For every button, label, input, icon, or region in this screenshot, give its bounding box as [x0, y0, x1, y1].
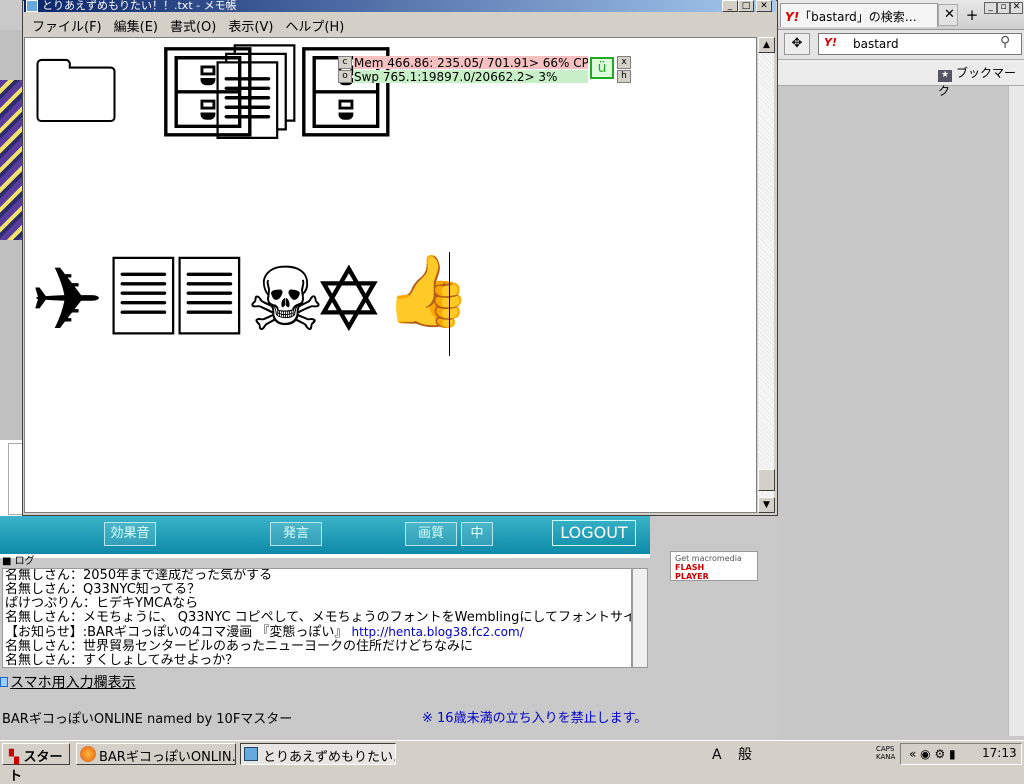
page-icon: 🗏 — [174, 248, 245, 351]
window-minimize-button[interactable]: _ — [984, 2, 997, 14]
monitor-close-button[interactable]: x — [617, 56, 631, 69]
scroll-thumb[interactable] — [758, 469, 775, 491]
browser-scrollbar[interactable] — [1008, 86, 1024, 736]
documents-icon: 🗐 — [212, 44, 300, 147]
tab-title: 「bastard」の検索… — [799, 10, 917, 24]
notepad-menubar: ファイル(F) 編集(E) 書式(O) 表示(V) ヘルプ(H) — [24, 13, 774, 35]
smiley-face-icon: ü — [590, 57, 614, 79]
taskbar-item-browser[interactable]: BARギコっぽいONLIN… — [76, 743, 236, 765]
log-line: ぱけつぷりん：ヒデキYMCAなら — [5, 596, 199, 611]
bookmark-bar: ★ ブックマーク — [778, 60, 1024, 98]
search-value: bastard — [853, 37, 899, 51]
menu-view[interactable]: 表示(V) — [226, 13, 283, 35]
windows-logo-icon: ▚ — [9, 750, 19, 765]
menu-edit[interactable]: 編集(E) — [112, 13, 168, 35]
notice-text: 【お知らせ】:BARギコっぽいの4コマ漫画 『変態っぽい』 — [5, 625, 352, 640]
notepad-maximize-button[interactable]: □ — [738, 0, 754, 12]
scroll-up-button[interactable]: ▲ — [758, 37, 775, 53]
log-label: ■ ログ — [2, 556, 35, 567]
monitor-o-button[interactable]: o — [338, 70, 352, 83]
folder-icon: 🗀 — [32, 40, 121, 143]
airplane-icon: ✈ — [30, 248, 104, 351]
speak-button[interactable]: 発言 — [270, 522, 322, 546]
logout-button[interactable]: LOGOUT — [552, 520, 636, 546]
monitor-c-button[interactable]: c — [338, 56, 352, 69]
scroll-down-button[interactable]: ▼ — [758, 497, 775, 513]
log-line: 名無しさん：すくしょしてみせよっか？ — [5, 653, 239, 668]
smartphone-input-link-label: スマホ用入力欄表示 — [10, 675, 136, 691]
caps-kana-indicator: CAPS KANA — [876, 745, 896, 761]
notepad-title: とりあえずめもりたい！！.txt - メモ帳 — [42, 0, 237, 12]
menu-file[interactable]: ファイル(F) — [30, 13, 112, 35]
taskbar-item-label: とりあえずめもりたい… — [263, 750, 396, 765]
monitor-hide-button[interactable]: h — [617, 70, 631, 83]
window-close-button[interactable]: ✕ — [1010, 2, 1023, 14]
footer-credit: BARギコっぽいONLINE named by 10Fマスター — [2, 712, 293, 727]
taskbar-item-label: BARギコっぽいONLIN… — [99, 750, 236, 765]
yahoo-logo-icon: Y! — [785, 10, 800, 24]
clock: 17:13 — [982, 746, 1017, 760]
search-input[interactable]: bastard — [818, 33, 1022, 55]
log-line: 【お知らせ】:BARギコっぽいの4コマ漫画 『変態っぽい』 http://hen… — [5, 625, 629, 640]
star-of-david-icon: ✡ — [312, 248, 386, 351]
close-icon: ✕ — [944, 7, 955, 22]
firefox-icon — [80, 746, 96, 762]
menu-help[interactable]: ヘルプ(H) — [283, 13, 354, 35]
log-line: 名無しさん：世界貿易センタービルのあったニューヨークの住所だけどちなみに — [5, 639, 474, 654]
notepad-taskbar-icon — [244, 747, 258, 761]
star-icon: ★ — [938, 70, 952, 82]
notepad-scrollbar[interactable]: ▲ ▼ — [757, 37, 775, 513]
notepad-titlebar[interactable]: とりあえずめもりたい！！.txt - メモ帳 — [24, 0, 776, 12]
flash-player-badge[interactable]: Get macromedia FLASH PLAYER — [670, 551, 758, 581]
phone-icon — [0, 677, 8, 687]
flash-badge-subtitle: PLAYER — [675, 572, 709, 581]
window-restore-button[interactable]: ▫ — [997, 2, 1010, 14]
browser-content-area — [778, 0, 1024, 740]
game-isometric-view — [0, 80, 22, 240]
magnifier-icon[interactable]: ⚲ — [1000, 34, 1010, 50]
flash-badge-title: FLASH — [675, 563, 705, 572]
log-line: 名無しさん：2050年まで達成だった気がする — [5, 568, 273, 583]
page-icon: 🗏 — [108, 248, 179, 351]
tab-search[interactable]: Y!「bastard」の検索… — [780, 3, 938, 27]
memory-readout: Mem 466.86: 235.05/ 701.91> 66% CPU 9% — [353, 56, 588, 69]
quality-medium-button[interactable]: 中 — [461, 522, 493, 546]
log-scrollbar[interactable] — [632, 568, 648, 668]
log-line: 名無しさん：メモちょうに、 Q33NYC コピペして、メモちょうのフォントをWe… — [5, 610, 632, 625]
menu-format[interactable]: 書式(O) — [168, 13, 226, 35]
notepad-app-icon — [26, 0, 38, 12]
smartphone-input-link[interactable]: スマホ用入力欄表示 — [0, 672, 200, 691]
thumbs-up-icon: 👍 — [384, 250, 472, 332]
taskbar-item-notepad[interactable]: とりあえずめもりたい… — [240, 743, 396, 765]
tray-icons[interactable]: « ◉ ⚙ ▮ — [909, 747, 956, 761]
move-icon[interactable]: ✥ — [784, 33, 810, 55]
ime-bar[interactable]: A 般 — [712, 744, 872, 764]
new-tab-button[interactable]: + — [962, 6, 982, 26]
chat-log: 名無しさん：2050年まで達成だった気がする 名無しさん：Q33NYC知ってる？… — [2, 568, 632, 668]
notice-link[interactable]: http://henta.blog38.fc2.com/ — [352, 625, 524, 639]
sound-effect-button[interactable]: 効果音 — [104, 522, 156, 546]
start-button[interactable]: ▚ スタート — [2, 743, 70, 784]
yahoo-search-logo-icon: Y! — [824, 36, 837, 49]
flash-badge-text: Get macromedia — [675, 554, 742, 563]
ime-mode: A 般 — [712, 747, 759, 763]
text-caret — [449, 252, 450, 356]
notepad-close-button[interactable]: ✕ — [756, 0, 772, 12]
tab-close-button[interactable]: ✕ — [938, 4, 958, 26]
swap-readout: Swp 765.1:19897.0/20662.2> 3% — [353, 70, 588, 83]
image-quality-button[interactable]: 画質 — [405, 522, 457, 546]
age-notice: ※ 16歳未満の立ち入りを禁止します。 — [422, 711, 648, 726]
notepad-minimize-button[interactable]: _ — [722, 0, 738, 12]
log-line: 名無しさん：Q33NYC知ってる？ — [5, 582, 201, 597]
